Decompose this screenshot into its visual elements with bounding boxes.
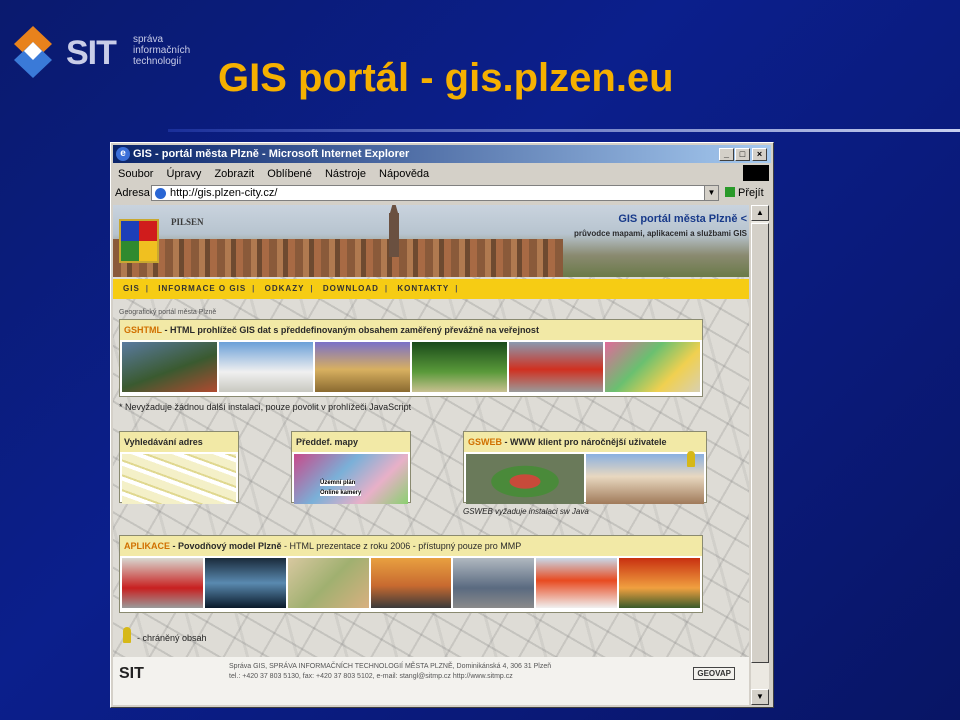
- gsweb-thumbnails: [464, 452, 706, 506]
- address-label: Adresa: [115, 187, 150, 199]
- predefined-maps-heading: Předdef. mapy: [292, 432, 410, 452]
- predefined-maps-panel[interactable]: Předdef. mapy Územní plán Online kamery: [291, 431, 411, 504]
- browser-window: e GIS - portál města Plzně - Microsoft I…: [110, 142, 774, 708]
- thumb-fire[interactable]: [619, 558, 701, 608]
- thumb-theatre[interactable]: [315, 342, 411, 392]
- nav-gis[interactable]: GIS: [123, 284, 140, 293]
- city-label: PILSEN: [171, 217, 204, 227]
- address-search-heading: Vyhledávání adres: [120, 432, 238, 452]
- window-titlebar[interactable]: e GIS - portál města Plzně - Microsoft I…: [113, 145, 771, 163]
- thumb-tram[interactable]: [508, 342, 604, 392]
- menu-napoveda[interactable]: Nápověda: [374, 165, 434, 183]
- header-banner: PILSEN GIS portál města Plzně < průvodce…: [113, 205, 749, 277]
- menu-nastroje[interactable]: Nástroje: [320, 165, 371, 183]
- thumb-water[interactable]: [204, 558, 286, 608]
- thumb-district-map[interactable]: [605, 342, 701, 392]
- maximize-button[interactable]: □: [735, 148, 750, 161]
- sit-logo-text: SIT: [66, 34, 117, 72]
- menu-zobrazit[interactable]: Zobrazit: [209, 165, 259, 183]
- address-map-thumbnail: [122, 454, 236, 504]
- menu-upravy[interactable]: Úpravy: [162, 165, 207, 183]
- cathedral-tower: [389, 205, 399, 257]
- gshtml-note: * Nevyžaduje žádnou další instalaci, pou…: [119, 402, 412, 412]
- aplikace-thumbnails: [120, 556, 702, 610]
- go-button[interactable]: Přejít: [725, 183, 764, 203]
- city-crest-icon[interactable]: [119, 219, 159, 263]
- vertical-scrollbar[interactable]: ▲ ▼: [751, 205, 769, 705]
- window-title: GIS - portál města Plzně - Microsoft Int…: [133, 148, 410, 160]
- nav-informace[interactable]: INFORMACE O GIS: [158, 284, 246, 293]
- menu-bar: Soubor Úpravy Zobrazit Oblíbené Nástroje…: [113, 165, 771, 183]
- thumb-banknotes[interactable]: [287, 558, 369, 608]
- thumb-chimneys[interactable]: [370, 558, 452, 608]
- close-button[interactable]: ×: [752, 148, 767, 161]
- page-icon: [155, 188, 166, 199]
- predef-item-online-kamery[interactable]: Online kamery: [320, 490, 362, 496]
- nav-bar: GIS | INFORMACE O GIS | ODKAZY | DOWNLOAD | …: [113, 279, 749, 299]
- legend-key-icon: [123, 627, 131, 643]
- thumb-traffic-sign[interactable]: [536, 558, 618, 608]
- gshtml-heading: GSHTML - HTML prohlížeč GIS dat s předde…: [120, 320, 702, 340]
- sit-logo-subtitle: správa informačních technologií: [133, 34, 191, 67]
- portal-subtitle: průvodce mapami, aplikacemi a službami G…: [574, 229, 747, 238]
- nav-kontakty[interactable]: KONTAKTY: [397, 284, 449, 293]
- address-bar: Adresa http://gis.plzen-city.cz/ ▼ Přejí…: [113, 183, 771, 203]
- windows-logo-icon: [743, 165, 769, 181]
- scroll-thumb[interactable]: [751, 223, 769, 663]
- minimize-button[interactable]: _: [719, 148, 734, 161]
- footer-contact[interactable]: tel.: +420 37 803 5130, fax: +420 37 803…: [229, 673, 513, 680]
- thumb-waste-bins[interactable]: [453, 558, 535, 608]
- gshtml-thumbnails: [120, 340, 702, 394]
- aplikace-heading: APLIKACE - Povodňový model Plzně - HTML …: [120, 536, 702, 556]
- footer-address: Správa GIS, SPRÁVA INFORMAČNÍCH TECHNOLO…: [229, 663, 552, 670]
- city-skyline-image: [113, 239, 563, 277]
- menu-oblibene[interactable]: Oblíbené: [262, 165, 317, 183]
- menu-soubor[interactable]: Soubor: [113, 165, 158, 183]
- thumb-forest-path[interactable]: [412, 342, 507, 392]
- gsweb-note: GSWEB vyžaduje instalaci sw Java: [463, 507, 589, 516]
- geovap-logo[interactable]: GEOVAP: [693, 667, 735, 680]
- sit-logo-icon: [14, 26, 52, 78]
- legend-text: - chráněný obsah: [137, 633, 207, 643]
- nav-download[interactable]: DOWNLOAD: [323, 284, 379, 293]
- chevron-down-icon[interactable]: ▼: [704, 186, 718, 200]
- page-viewport: PILSEN GIS portál města Plzně < průvodce…: [113, 205, 749, 705]
- portal-title: GIS portál města Plzně <: [618, 213, 747, 225]
- thumb-stadium-aerial[interactable]: [466, 454, 584, 504]
- scroll-down-icon[interactable]: ▼: [751, 689, 769, 705]
- go-arrow-icon: [725, 187, 735, 197]
- address-value: http://gis.plzen-city.cz/: [170, 187, 278, 199]
- breadcrumb: Geografický portál města Plzně: [119, 309, 217, 316]
- thumb-flood-model[interactable]: [122, 558, 203, 608]
- slide-title: GIS portál - gis.plzen.eu: [218, 56, 674, 100]
- title-divider: [168, 129, 960, 132]
- thumb-mountain-bike[interactable]: [218, 342, 314, 392]
- predefined-maps-thumbnail: Územní plán Online kamery: [294, 454, 408, 504]
- footer-logo: SIT: [119, 665, 144, 682]
- gshtml-panel[interactable]: GSHTML - HTML prohlížeč GIS dat s předde…: [119, 319, 703, 397]
- aplikace-panel[interactable]: APLIKACE - Povodňový model Plzně - HTML …: [119, 535, 703, 613]
- predef-item-uzemni-plan[interactable]: Územní plán: [320, 480, 356, 486]
- nav-odkazy[interactable]: ODKAZY: [265, 284, 305, 293]
- ie-icon: e: [116, 147, 130, 161]
- scroll-up-icon[interactable]: ▲: [751, 205, 769, 221]
- address-search-panel[interactable]: Vyhledávání adres: [119, 431, 239, 504]
- protected-key-icon: [687, 451, 695, 467]
- gsweb-panel[interactable]: GSWEB - WWW klient pro náročnější uživat…: [463, 431, 707, 506]
- gsweb-heading: GSWEB - WWW klient pro náročnější uživat…: [464, 432, 706, 452]
- page-footer: SIT Správa GIS, SPRÁVA INFORMAČNÍCH TECH…: [113, 657, 749, 705]
- address-input[interactable]: http://gis.plzen-city.cz/ ▼: [151, 185, 719, 201]
- thumb-cyclists[interactable]: [122, 342, 217, 392]
